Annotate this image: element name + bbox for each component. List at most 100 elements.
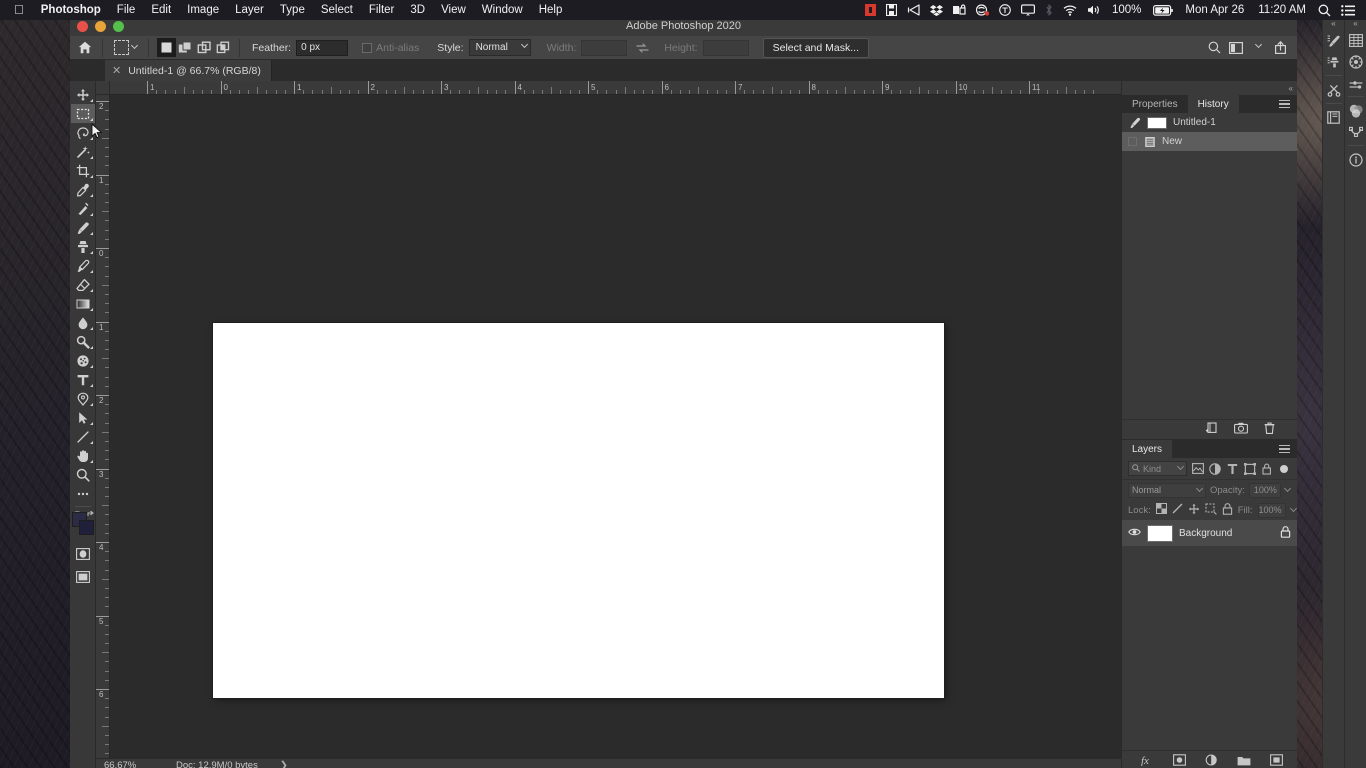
line-tool[interactable] xyxy=(71,427,95,446)
style-select[interactable]: Normal xyxy=(468,39,531,56)
menu-bar-time[interactable]: 11:20 AM xyxy=(1251,4,1313,16)
menu-item-select[interactable]: Select xyxy=(313,0,361,20)
lock-all-icon[interactable] xyxy=(1222,502,1233,518)
fill-chevron-icon[interactable] xyxy=(1289,504,1297,512)
subtract-from-selection-button[interactable] xyxy=(195,38,214,57)
brush-tool[interactable] xyxy=(71,218,95,237)
clone-stamp-tool[interactable] xyxy=(71,237,95,256)
clone-source-icon[interactable] xyxy=(1323,51,1345,72)
intersect-with-selection-button[interactable] xyxy=(214,38,233,57)
apple-logo-icon[interactable]:  xyxy=(6,3,33,18)
select-and-mask-button[interactable]: Select and Mask... xyxy=(762,37,869,58)
tab-history[interactable]: History xyxy=(1187,95,1239,113)
lock-artboard-nesting-icon[interactable] xyxy=(1205,502,1217,518)
type-tool[interactable] xyxy=(71,370,95,389)
collapse-panels-icon[interactable]: « xyxy=(1122,81,1297,95)
blur-tool[interactable] xyxy=(71,313,95,332)
horizontal-ruler[interactable]: 1 0 1 2 3 4 5 6 7 8 9 10 11 xyxy=(110,81,1121,95)
workspace-icon[interactable] xyxy=(1226,38,1246,58)
history-state-row[interactable]: New xyxy=(1122,132,1297,151)
create-document-from-state-icon[interactable] xyxy=(1205,421,1218,439)
chevron-down-icon[interactable] xyxy=(130,41,139,50)
layer-style-icon[interactable]: fx xyxy=(1140,753,1154,768)
swatches-grid-icon[interactable] xyxy=(1345,30,1366,51)
paths-icon[interactable] xyxy=(1345,121,1366,142)
color-swatches[interactable] xyxy=(71,510,95,538)
close-icon[interactable]: ✕ xyxy=(112,64,121,77)
height-input[interactable] xyxy=(702,39,749,56)
info-icon[interactable] xyxy=(1345,149,1366,170)
airplay-icon[interactable] xyxy=(1016,4,1040,16)
history-snapshot-row[interactable]: Untitled-1 xyxy=(1122,113,1297,132)
fill-input[interactable]: 100% xyxy=(1257,502,1286,518)
add-to-selection-button[interactable] xyxy=(176,38,195,57)
chevron-right-icon[interactable]: ❯ xyxy=(258,760,288,768)
opacity-chevron-icon[interactable] xyxy=(1283,484,1291,492)
canvas-document[interactable] xyxy=(213,323,944,698)
history-brush-tool[interactable] xyxy=(71,256,95,275)
menu-item-type[interactable]: Type xyxy=(272,0,313,20)
canvas-scroll-area[interactable] xyxy=(110,95,1121,758)
menu-item-image[interactable]: Image xyxy=(179,0,227,20)
magic-wand-tool[interactable] xyxy=(71,142,95,161)
pen-tool[interactable] xyxy=(71,389,95,408)
tab-properties[interactable]: Properties xyxy=(1122,95,1188,113)
menu-item-filter[interactable]: Filter xyxy=(361,0,403,20)
menu-item-view[interactable]: View xyxy=(433,0,474,20)
tab-layers[interactable]: Layers xyxy=(1122,440,1173,458)
document-tab[interactable]: ✕ Untitled-1 @ 66.7% (RGB/8) xyxy=(105,60,272,81)
panel-menu-icon[interactable] xyxy=(1272,95,1297,113)
record-icon[interactable] xyxy=(860,4,881,16)
menu-item-edit[interactable]: Edit xyxy=(143,0,179,20)
anti-alias-checkbox[interactable] xyxy=(362,42,373,53)
lock-screen-icon[interactable] xyxy=(948,4,971,16)
adjustment-layer-icon[interactable] xyxy=(1205,753,1218,768)
battery-charging-icon[interactable] xyxy=(1148,4,1178,16)
crop-tool[interactable] xyxy=(71,161,95,180)
layer-mask-icon[interactable] xyxy=(1173,753,1186,768)
background-color-swatch[interactable] xyxy=(78,520,94,535)
lock-position-icon[interactable] xyxy=(1188,503,1200,518)
menu-item-window[interactable]: Window xyxy=(474,0,531,20)
home-icon[interactable] xyxy=(74,38,96,58)
patterns-icon[interactable] xyxy=(1345,100,1366,121)
delete-state-icon[interactable] xyxy=(1264,421,1275,439)
opacity-input[interactable]: 100% xyxy=(1248,482,1281,498)
volume-icon[interactable] xyxy=(1082,4,1105,16)
menu-item-photoshop[interactable]: Photoshop xyxy=(33,0,109,20)
lock-icon[interactable] xyxy=(1280,525,1291,541)
hand-tool[interactable] xyxy=(71,446,95,465)
spotlight-search-icon[interactable] xyxy=(1313,4,1336,17)
zoom-tool[interactable] xyxy=(71,465,95,484)
app-status-icon[interactable] xyxy=(971,4,994,16)
ruler-corner[interactable] xyxy=(96,81,110,95)
bluetooth-icon[interactable] xyxy=(1040,4,1058,16)
type-layer-filter-icon[interactable] xyxy=(1226,461,1239,476)
dropbox-icon[interactable] xyxy=(925,4,948,16)
edit-toolbar-button[interactable] xyxy=(71,484,95,503)
menu-item-help[interactable]: Help xyxy=(531,0,571,20)
move-tool[interactable] xyxy=(71,85,95,104)
pixel-layer-filter-icon[interactable] xyxy=(1191,461,1204,476)
menu-item-layer[interactable]: Layer xyxy=(227,0,272,20)
screen-mode-icon[interactable] xyxy=(71,567,95,586)
layer-kind-filter[interactable]: Kind xyxy=(1128,461,1188,476)
filter-toggle-icon[interactable] xyxy=(1278,461,1291,476)
adjustment-layer-filter-icon[interactable] xyxy=(1209,461,1222,476)
tool-preset-picker[interactable] xyxy=(109,40,142,55)
eye-icon[interactable] xyxy=(1128,527,1141,540)
adjustments-icon[interactable] xyxy=(1323,79,1345,100)
blend-mode-select[interactable]: Normal xyxy=(1128,482,1206,498)
reset-swap-colors-icons[interactable] xyxy=(74,505,95,518)
color-wheel-icon[interactable] xyxy=(1345,51,1366,72)
airdrop-icon[interactable] xyxy=(902,4,925,16)
swap-width-height-icon[interactable] xyxy=(627,42,658,54)
wifi-icon[interactable] xyxy=(1058,4,1082,16)
chevron-down-icon[interactable] xyxy=(1248,38,1268,58)
lock-image-pixels-icon[interactable] xyxy=(1172,503,1183,517)
rectangular-marquee-tool[interactable] xyxy=(70,104,95,123)
sponge-tool[interactable] xyxy=(71,351,95,370)
new-group-icon[interactable] xyxy=(1237,753,1251,768)
gradients-icon[interactable] xyxy=(1345,72,1366,93)
gradient-tool[interactable] xyxy=(71,294,95,313)
